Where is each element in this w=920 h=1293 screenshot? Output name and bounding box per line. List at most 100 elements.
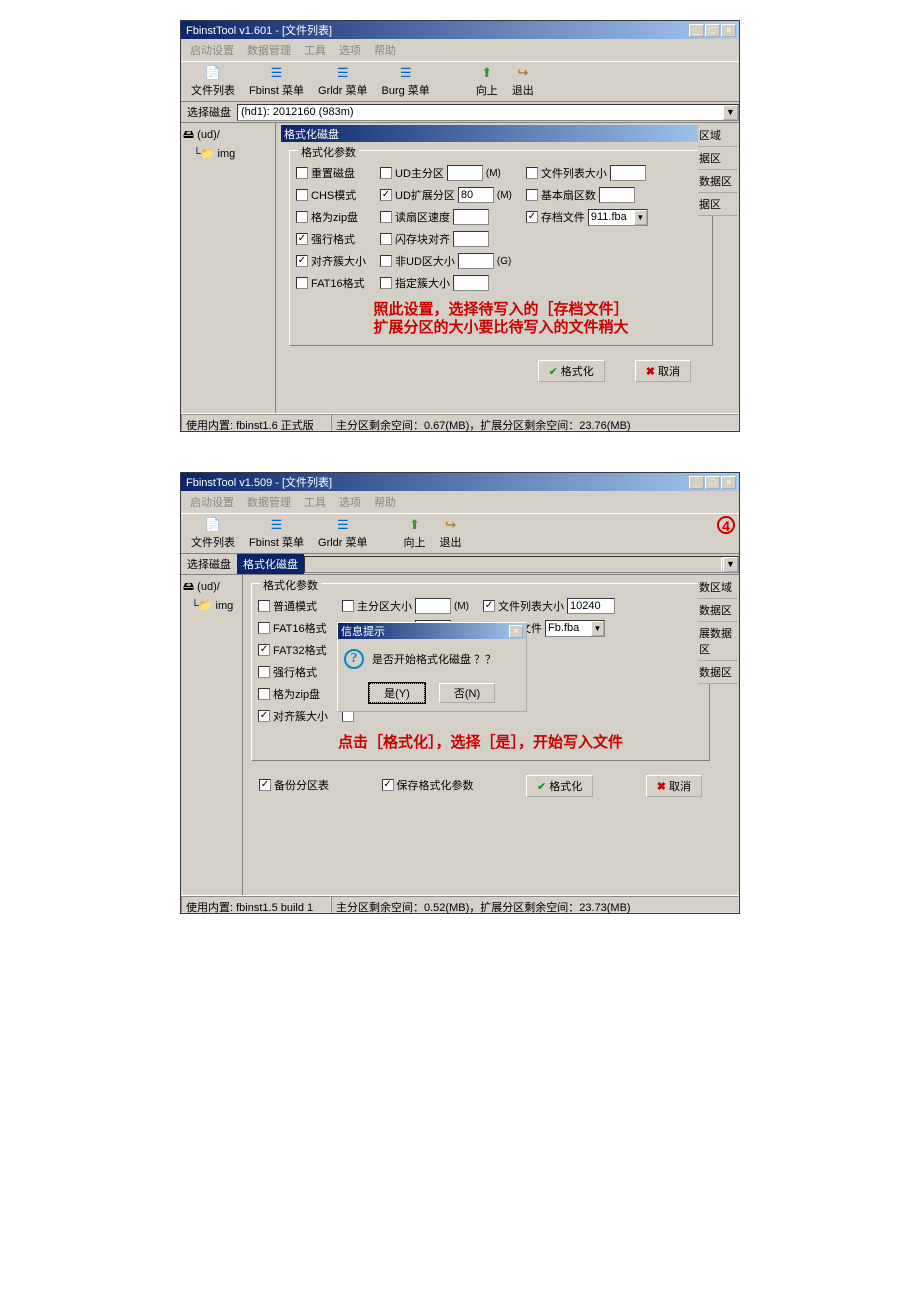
statusbar: 使用内置: fbinst1.6 正式版 主分区剩余空间：0.67(MB)，扩展分… [181, 413, 739, 431]
checkbox-read-speed[interactable] [380, 211, 392, 223]
disk-select-dropdown[interactable]: ×▼ [304, 556, 739, 573]
tree-root[interactable]: 🖴 (ud)/ [183, 125, 273, 146]
checkbox-fat32[interactable] [258, 644, 270, 656]
toolbar-up[interactable]: ⬆向上 [398, 516, 432, 551]
menu-item[interactable]: 帮助 [369, 492, 401, 512]
format-button[interactable]: ✔格式化 [526, 775, 593, 797]
window-fbinsttool-1: FbinstTool v1.601 - [文件列表] _ □ × 启动设置 数据… [180, 20, 740, 432]
maximize-button[interactable]: □ [705, 24, 720, 37]
input-filelist-size[interactable] [610, 165, 646, 181]
toolbar-filelist[interactable]: 📄文件列表 [185, 516, 241, 551]
menu-icon: ☰ [269, 517, 285, 533]
toolbar-grldr[interactable]: ☰Grldr 菜单 [312, 64, 374, 99]
disk-select-dropdown[interactable]: (hd1): 2012160 (983m)▼ [237, 104, 739, 121]
checkbox-zip-disk[interactable] [258, 688, 270, 700]
side-panel: 数区域 数据区 展数据区 数据区 [698, 576, 738, 684]
menu-icon: ☰ [335, 517, 351, 533]
menu-item[interactable]: 选项 [334, 40, 366, 60]
checkbox-reset-disk[interactable] [296, 167, 308, 179]
minimize-button[interactable]: _ [689, 476, 704, 489]
confirm-popup: 信息提示× ? 是否开始格式化磁盘 ？？ 是(Y) 否(N) [337, 622, 527, 712]
dropdown-archive-file[interactable]: Fb.fba▼ [545, 620, 605, 637]
up-icon: ⬆ [407, 517, 423, 533]
checkbox-main-size[interactable] [342, 600, 354, 612]
popup-title[interactable]: 信息提示× [338, 623, 526, 639]
tree-node[interactable]: └📁 img [183, 146, 273, 161]
titlebar[interactable]: FbinstTool v1.509 - [文件列表] _ □ × [181, 473, 739, 491]
toolbar-up[interactable]: ⬆向上 [470, 64, 504, 99]
popup-yes-button[interactable]: 是(Y) [369, 683, 425, 703]
toolbar-grldr[interactable]: ☰Grldr 菜单 [312, 516, 374, 551]
file-tree[interactable]: 🖴 (ud)/ └📁 img [181, 123, 276, 413]
menu-item[interactable]: 数据管理 [242, 492, 296, 512]
checkbox-flash-align[interactable] [380, 233, 392, 245]
format-button[interactable]: ✔格式化 [538, 360, 605, 382]
tree-root[interactable]: 🖴 (ud)/ [183, 577, 240, 598]
input-main-size[interactable] [415, 598, 451, 614]
window-fbinsttool-2: FbinstTool v1.509 - [文件列表] _ □ × 启动设置 数据… [180, 472, 740, 914]
instruction-text: 照此设置，选择待写入的［存档文件］ [296, 301, 706, 319]
input-ud-ext[interactable] [458, 187, 494, 203]
chevron-down-icon: ▼ [723, 105, 738, 120]
toolbar-filelist[interactable]: 📄文件列表 [185, 64, 241, 99]
dropdown-archive-file[interactable]: 911.fba▼ [588, 209, 648, 226]
checkbox-save-params[interactable] [382, 779, 394, 791]
options-col-2: UD主分区(M) UD扩展分区(M) 读扇区速度 闪存块对齐 非UD区大小(G)… [380, 163, 512, 293]
input-cluster-size[interactable] [453, 275, 489, 291]
menu-item[interactable]: 选项 [334, 492, 366, 512]
checkbox-backup-partition[interactable] [259, 779, 271, 791]
checkbox-chs-mode[interactable] [296, 189, 308, 201]
toolbar-exit[interactable]: ↪退出 [506, 64, 540, 99]
menu-icon: ☰ [398, 65, 414, 81]
checkbox-nonud-size[interactable] [380, 255, 392, 267]
menu-item[interactable]: 帮助 [369, 40, 401, 60]
checkbox-filelist-size[interactable] [483, 600, 495, 612]
menu-item[interactable]: 启动设置 [185, 492, 239, 512]
cancel-button[interactable]: ✖取消 [646, 775, 702, 797]
input-nonud-size[interactable] [458, 253, 494, 269]
checkbox-zip-disk[interactable] [296, 211, 308, 223]
menu-item[interactable]: 启动设置 [185, 40, 239, 60]
minimize-button[interactable]: _ [689, 24, 704, 37]
toolbar-burg[interactable]: ☰Burg 菜单 [376, 64, 436, 99]
disk-select-bar: 选择磁盘 (hd1): 2012160 (983m)▼ [181, 102, 739, 123]
popup-close-button[interactable]: × [509, 625, 523, 638]
menubar: 启动设置 数据管理 工具 选项 帮助 [181, 39, 739, 61]
checkbox-ud-main[interactable] [380, 167, 392, 179]
input-ud-main[interactable] [447, 165, 483, 181]
toolbar-exit[interactable]: ↪退出 [434, 516, 468, 551]
status-version: 使用内置: fbinst1.6 正式版 [181, 414, 331, 431]
checkbox-filelist-size[interactable] [526, 167, 538, 179]
menu-item[interactable]: 数据管理 [242, 40, 296, 60]
checkbox-fat16[interactable] [296, 277, 308, 289]
maximize-button[interactable]: □ [705, 476, 720, 489]
toolbar-fbinst[interactable]: ☰Fbinst 菜单 [243, 516, 310, 551]
close-button[interactable]: × [721, 476, 736, 489]
input-flash-align[interactable] [453, 231, 489, 247]
status-space: 主分区剩余空间：0.52(MB)，扩展分区剩余空间：23.73(MB) [331, 896, 739, 913]
close-button[interactable]: × [721, 24, 736, 37]
titlebar[interactable]: FbinstTool v1.601 - [文件列表] _ □ × [181, 21, 739, 39]
file-tree[interactable]: 🖴 (ud)/ └📁 img [181, 575, 243, 895]
popup-no-button[interactable]: 否(N) [439, 683, 495, 703]
checkbox-align-cluster[interactable] [258, 710, 270, 722]
menu-item[interactable]: 工具 [299, 492, 331, 512]
checkbox-force-format[interactable] [258, 666, 270, 678]
list-icon: 📄 [205, 65, 221, 81]
checkbox-cluster-size[interactable] [380, 277, 392, 289]
menu-item[interactable]: 工具 [299, 40, 331, 60]
toolbar-fbinst[interactable]: ☰Fbinst 菜单 [243, 64, 310, 99]
checkbox-fat16[interactable] [258, 622, 270, 634]
tree-node[interactable]: └📁 img [183, 598, 240, 613]
checkbox-force-format[interactable] [296, 233, 308, 245]
input-base-sectors[interactable] [599, 187, 635, 203]
checkbox-archive-file[interactable] [526, 211, 538, 223]
cancel-button[interactable]: ✖取消 [635, 360, 691, 382]
checkbox-normal-mode[interactable] [258, 600, 270, 612]
checkbox-ud-ext[interactable] [380, 189, 392, 201]
input-read-speed[interactable] [453, 209, 489, 225]
checkbox-align-cluster[interactable] [296, 255, 308, 267]
dialog-titlebar[interactable]: 格式化磁盘 × [281, 125, 721, 142]
input-filelist-size[interactable] [567, 598, 615, 614]
checkbox-base-sectors[interactable] [526, 189, 538, 201]
